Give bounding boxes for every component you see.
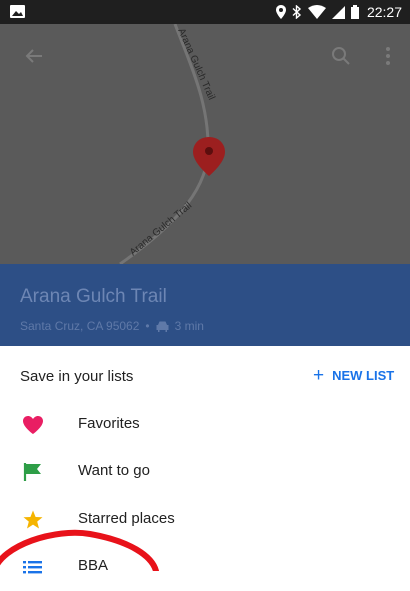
signal-icon [331, 5, 345, 19]
flag-icon [23, 463, 41, 481]
list-item-bba[interactable]: BBA [0, 543, 410, 591]
new-list-button[interactable]: + NEW LIST [313, 366, 394, 385]
back-arrow-icon[interactable] [22, 44, 46, 68]
list-item-label: BBA [78, 557, 109, 574]
new-list-label: NEW LIST [332, 368, 395, 383]
clock: 22:27 [366, 4, 402, 20]
list-item-favorites[interactable]: Favorites [0, 401, 410, 449]
place-address: Santa Cruz, CA 95062 [20, 319, 140, 333]
place-header[interactable]: Arana Gulch Trail Santa Cruz, CA 95062 •… [0, 264, 410, 346]
road-label-top: Arana Gulch Trail [175, 27, 216, 102]
drive-time: 3 min [174, 319, 204, 333]
place-subtitle: Santa Cruz, CA 95062 • 3 min [20, 319, 204, 333]
photo-notification-icon [10, 5, 25, 18]
bluetooth-icon [292, 5, 302, 19]
location-icon [275, 5, 286, 19]
list-item-starred-places[interactable]: Starred places [0, 496, 410, 544]
road-label-bottom: Arana Gulch Trail [128, 200, 194, 258]
list-item-label: Starred places [78, 510, 175, 527]
list-item-label: Want to go [78, 462, 150, 479]
star-icon [23, 510, 43, 529]
search-icon[interactable] [329, 44, 353, 68]
separator-dot: • [145, 319, 150, 333]
save-lists-title: Save in your lists [20, 368, 134, 385]
plus-icon: + [313, 365, 325, 386]
place-title: Arana Gulch Trail [20, 286, 167, 307]
map-view[interactable]: Arana Gulch Trail Arana Gulch Trail [0, 24, 410, 264]
location-pin-icon [193, 137, 225, 176]
car-icon [156, 321, 169, 332]
list-item-label: Favorites [78, 415, 140, 432]
list-icon [23, 561, 42, 574]
battery-icon [350, 5, 359, 19]
list-item-want-to-go[interactable]: Want to go [0, 448, 410, 496]
status-bar: 22:27 [0, 0, 410, 24]
wifi-icon [307, 5, 326, 19]
save-lists-header: Save in your lists + NEW LIST [0, 346, 410, 406]
more-options-icon[interactable] [376, 44, 400, 68]
heart-icon [23, 416, 43, 434]
